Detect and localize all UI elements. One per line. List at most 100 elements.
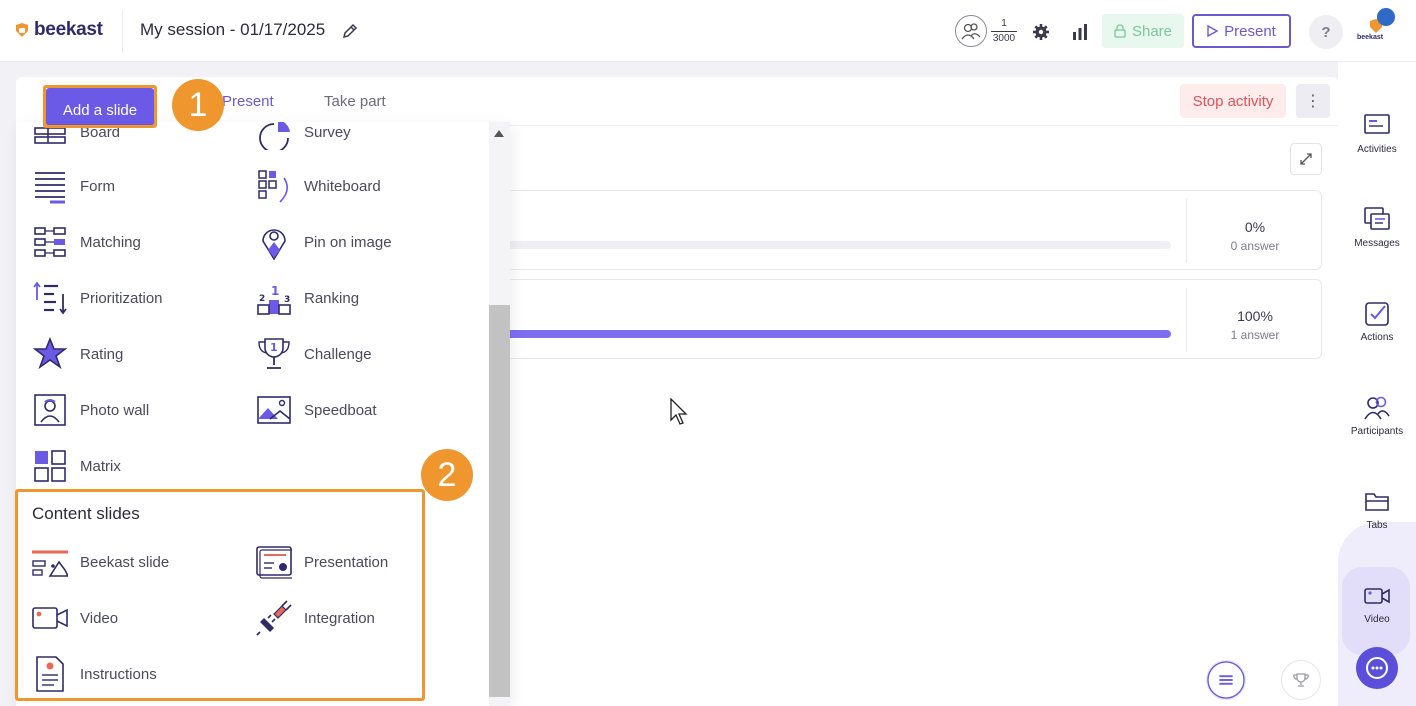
mouse-cursor-icon: [670, 398, 688, 425]
beekast-logo[interactable]: beekast: [14, 19, 103, 41]
slide-type-label: Photo wall: [80, 401, 150, 419]
pie-chart-icon: [259, 122, 290, 150]
podium-icon: 1 2 3: [257, 284, 291, 315]
menu-scrollbar[interactable]: [489, 122, 510, 706]
support-chat-button[interactable]: [1356, 647, 1398, 689]
slide-type-photo-wall[interactable]: Photo wall: [32, 390, 149, 430]
tabs-icon: [1365, 493, 1389, 511]
slide-type-speedboat[interactable]: Speedboat: [256, 390, 377, 430]
slide-type-rating[interactable]: Rating: [32, 334, 123, 374]
trophy-icon: 1: [258, 338, 290, 369]
photo-wall-icon: [34, 394, 66, 426]
matrix-icon: [34, 450, 66, 482]
result-row: 0% 0 answer: [456, 190, 1322, 270]
expand-icon[interactable]: [1290, 143, 1322, 175]
participants-max: 3000: [992, 32, 1016, 44]
matching-icon: [34, 227, 66, 257]
slide-type-prioritization[interactable]: Prioritization: [32, 278, 163, 318]
present-label: Present: [1224, 22, 1276, 40]
more-options-icon[interactable]: ⋮: [1296, 84, 1330, 118]
bar-chart-icon[interactable]: [1070, 22, 1090, 42]
sidebar-item-activities[interactable]: Activities: [1338, 112, 1416, 182]
participants-counter[interactable]: 1 3000: [955, 15, 1017, 47]
svg-text:2: 2: [259, 294, 265, 304]
activities-icon: [1364, 114, 1390, 134]
stop-activity-button[interactable]: Stop activity: [1180, 84, 1286, 118]
slide-type-label: Form: [80, 177, 115, 195]
slide-type-whiteboard[interactable]: Whiteboard: [256, 166, 381, 206]
lock-icon: [1114, 24, 1126, 38]
image-icon: [257, 396, 291, 424]
top-bar: beekast My session - 01/17/2025 1 3000 S…: [0, 0, 1416, 62]
svg-text:1: 1: [270, 341, 278, 354]
participants-fraction: 1 3000: [991, 18, 1017, 45]
slide-type-challenge[interactable]: 1 Challenge: [256, 334, 372, 374]
list-view-button[interactable]: [1206, 660, 1246, 700]
right-sidebar: Activities Messages Actions Participants…: [1338, 62, 1416, 706]
tab-present[interactable]: Present: [222, 93, 274, 110]
sidebar-label: Tabs: [1366, 520, 1388, 531]
star-icon: [32, 336, 68, 370]
highlight-add-slide: [43, 85, 157, 128]
slide-type-matching[interactable]: Matching: [32, 222, 141, 262]
sidebar-item-video[interactable]: Video: [1338, 582, 1416, 652]
slide-type-label: Matrix: [80, 457, 121, 475]
result-answers: 0 answer: [1230, 239, 1280, 253]
participants-icon: [1364, 396, 1390, 420]
participants-icon: [955, 15, 987, 47]
prioritization-icon: [33, 281, 67, 315]
slide-type-label: Prioritization: [80, 289, 163, 307]
slide-type-label: Challenge: [304, 345, 372, 363]
slide-type-survey[interactable]: Survey: [256, 122, 351, 152]
result-percent: 0%: [1244, 219, 1266, 235]
present-button[interactable]: Present: [1192, 14, 1291, 48]
result-track: [497, 330, 1171, 338]
actions-icon: [1365, 302, 1389, 326]
step-marker-2: 2: [421, 449, 473, 501]
sidebar-item-tabs[interactable]: Tabs: [1338, 488, 1416, 558]
svg-text:1: 1: [271, 284, 279, 298]
slide-type-pin-on-image[interactable]: Pin on image: [256, 222, 392, 262]
sidebar-label: Video: [1364, 614, 1390, 625]
trophy-button[interactable]: [1281, 660, 1321, 700]
scroll-thumb[interactable]: [489, 305, 510, 697]
result-percent: 100%: [1237, 308, 1273, 324]
sidebar-label: Actions: [1360, 332, 1394, 343]
step-marker-1: 1: [172, 79, 224, 131]
beekast-logo-icon: [16, 23, 28, 37]
slide-type-label: Matching: [80, 233, 141, 251]
logo-text: beekast: [34, 19, 103, 40]
gear-icon[interactable]: [1031, 22, 1051, 42]
slide-type-label: Ranking: [304, 289, 360, 307]
result-answers: 1 answer: [1230, 328, 1280, 342]
session-title: My session - 01/17/2025: [140, 20, 326, 39]
sidebar-label: Activities: [1357, 144, 1397, 155]
help-button[interactable]: ?: [1309, 15, 1343, 49]
trophy-icon: [1293, 673, 1309, 687]
sidebar-item-messages[interactable]: Messages: [1338, 206, 1416, 276]
slide-type-ranking[interactable]: 1 2 3 Ranking: [256, 278, 359, 318]
slide-type-matrix[interactable]: Matrix: [32, 446, 121, 486]
slide-type-label: Whiteboard: [304, 177, 381, 195]
svg-text:3: 3: [284, 295, 290, 305]
slide-type-form[interactable]: Form: [32, 166, 115, 206]
sidebar-item-actions[interactable]: Actions: [1338, 300, 1416, 370]
slide-type-label: Survey: [304, 123, 351, 141]
messages-icon: [1364, 207, 1390, 230]
account-label: beekast: [1357, 34, 1384, 41]
share-button[interactable]: Share: [1102, 14, 1184, 48]
participants-current: 1: [1001, 17, 1007, 29]
account-avatar[interactable]: beekast: [1356, 8, 1396, 48]
play-icon: [1207, 25, 1219, 37]
list-icon: [1207, 661, 1245, 699]
pencil-icon[interactable]: [341, 22, 359, 40]
slide-type-label: Speedboat: [304, 401, 377, 419]
highlight-content-slides: [15, 489, 425, 701]
headset-icon: [1366, 657, 1388, 679]
share-label: Share: [1131, 22, 1173, 40]
tab-take-part[interactable]: Take part: [324, 93, 386, 110]
result-bar: [497, 330, 1171, 338]
scroll-up-arrow-icon[interactable]: [494, 130, 504, 137]
sidebar-item-participants[interactable]: Participants: [1338, 394, 1416, 464]
slide-type-label: Rating: [80, 345, 124, 363]
